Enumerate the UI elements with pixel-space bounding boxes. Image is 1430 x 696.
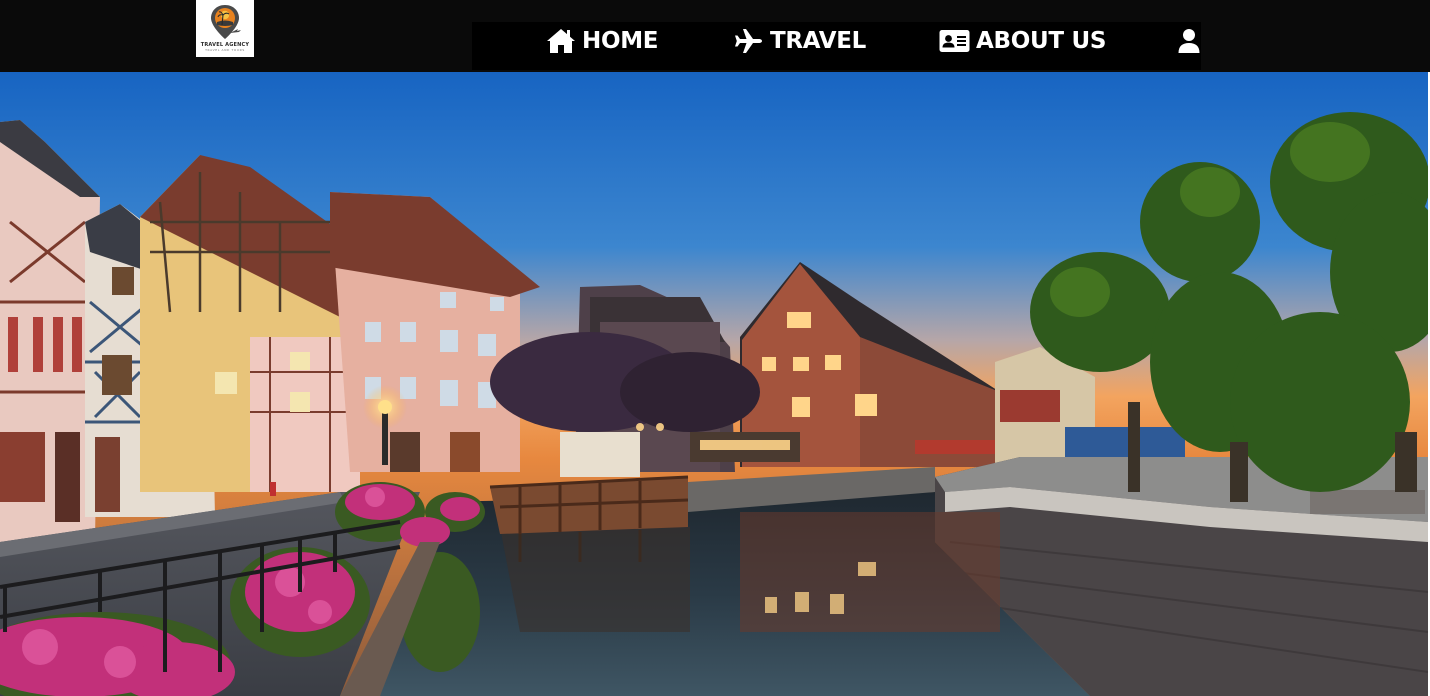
site-logo[interactable]: TRAVEL AGENCY TRAVEL AND TOURS xyxy=(196,0,254,57)
canal-town-scene xyxy=(0,72,1428,696)
top-header: TRAVEL AGENCY TRAVEL AND TOURS HOME TRAV… xyxy=(0,0,1430,72)
id-card-icon xyxy=(939,29,970,53)
nav-about-label: ABOUT US xyxy=(976,28,1107,54)
nav-home-link[interactable]: HOME xyxy=(546,22,659,60)
nav-user-link[interactable] xyxy=(1178,22,1206,60)
home-icon xyxy=(546,28,576,54)
main-nav: HOME TRAVEL ABOUT US xyxy=(472,22,1201,70)
nav-home-label: HOME xyxy=(582,28,659,54)
nav-travel-link[interactable]: TRAVEL xyxy=(734,22,866,60)
nav-about-link[interactable]: ABOUT US xyxy=(939,22,1106,60)
logo-tagline: TRAVEL AND TOURS xyxy=(205,48,245,52)
nav-travel-label: TRAVEL xyxy=(770,28,867,54)
map-pin-logo-icon xyxy=(211,5,241,39)
hero-image xyxy=(0,72,1428,696)
user-icon xyxy=(1178,28,1200,54)
airplane-icon xyxy=(734,28,764,54)
